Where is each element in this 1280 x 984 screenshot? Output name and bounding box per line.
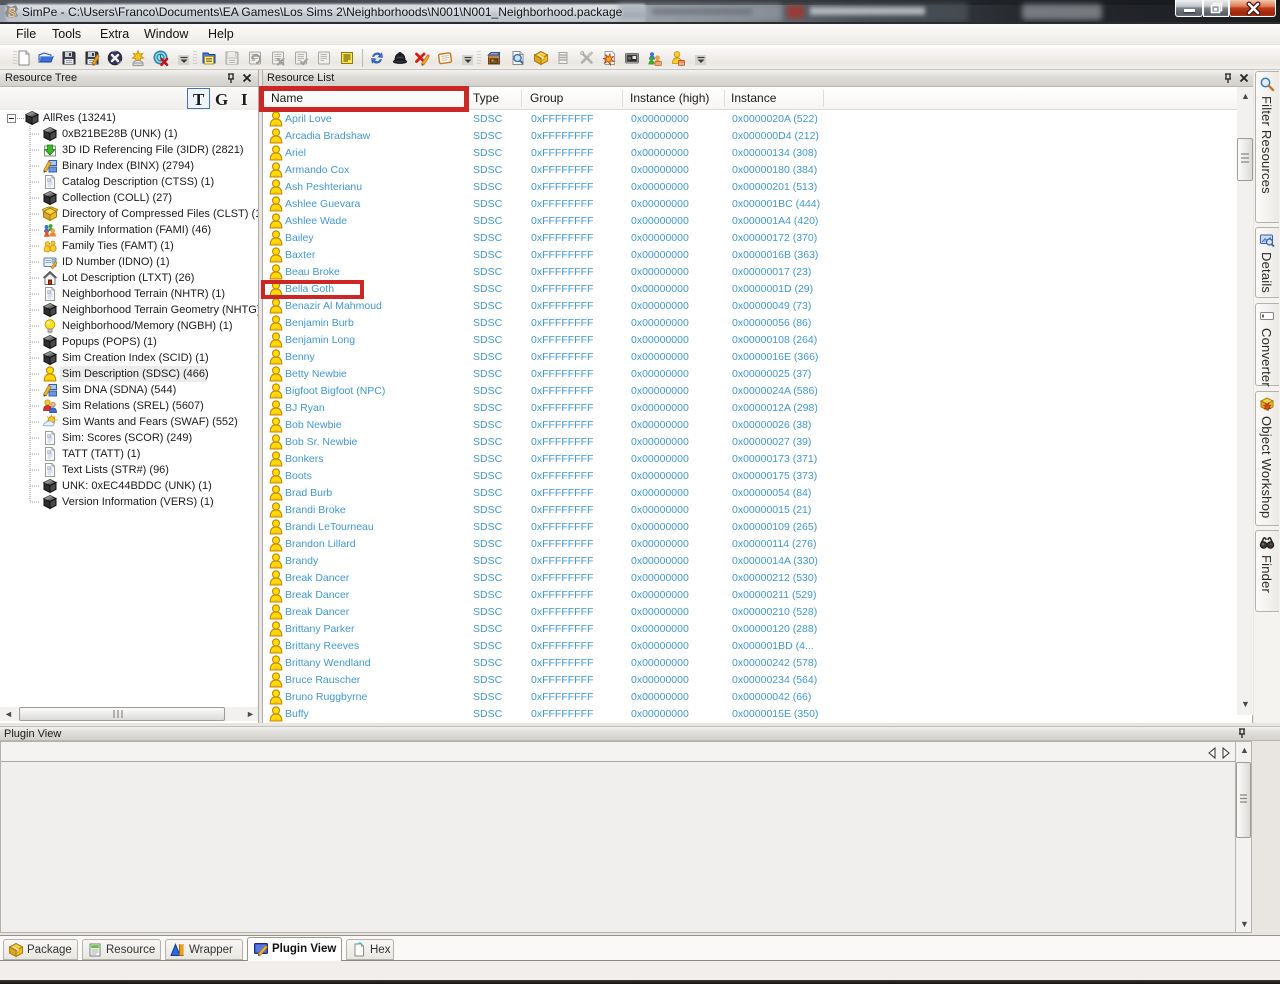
svg-text:S: S bbox=[8, 6, 16, 21]
